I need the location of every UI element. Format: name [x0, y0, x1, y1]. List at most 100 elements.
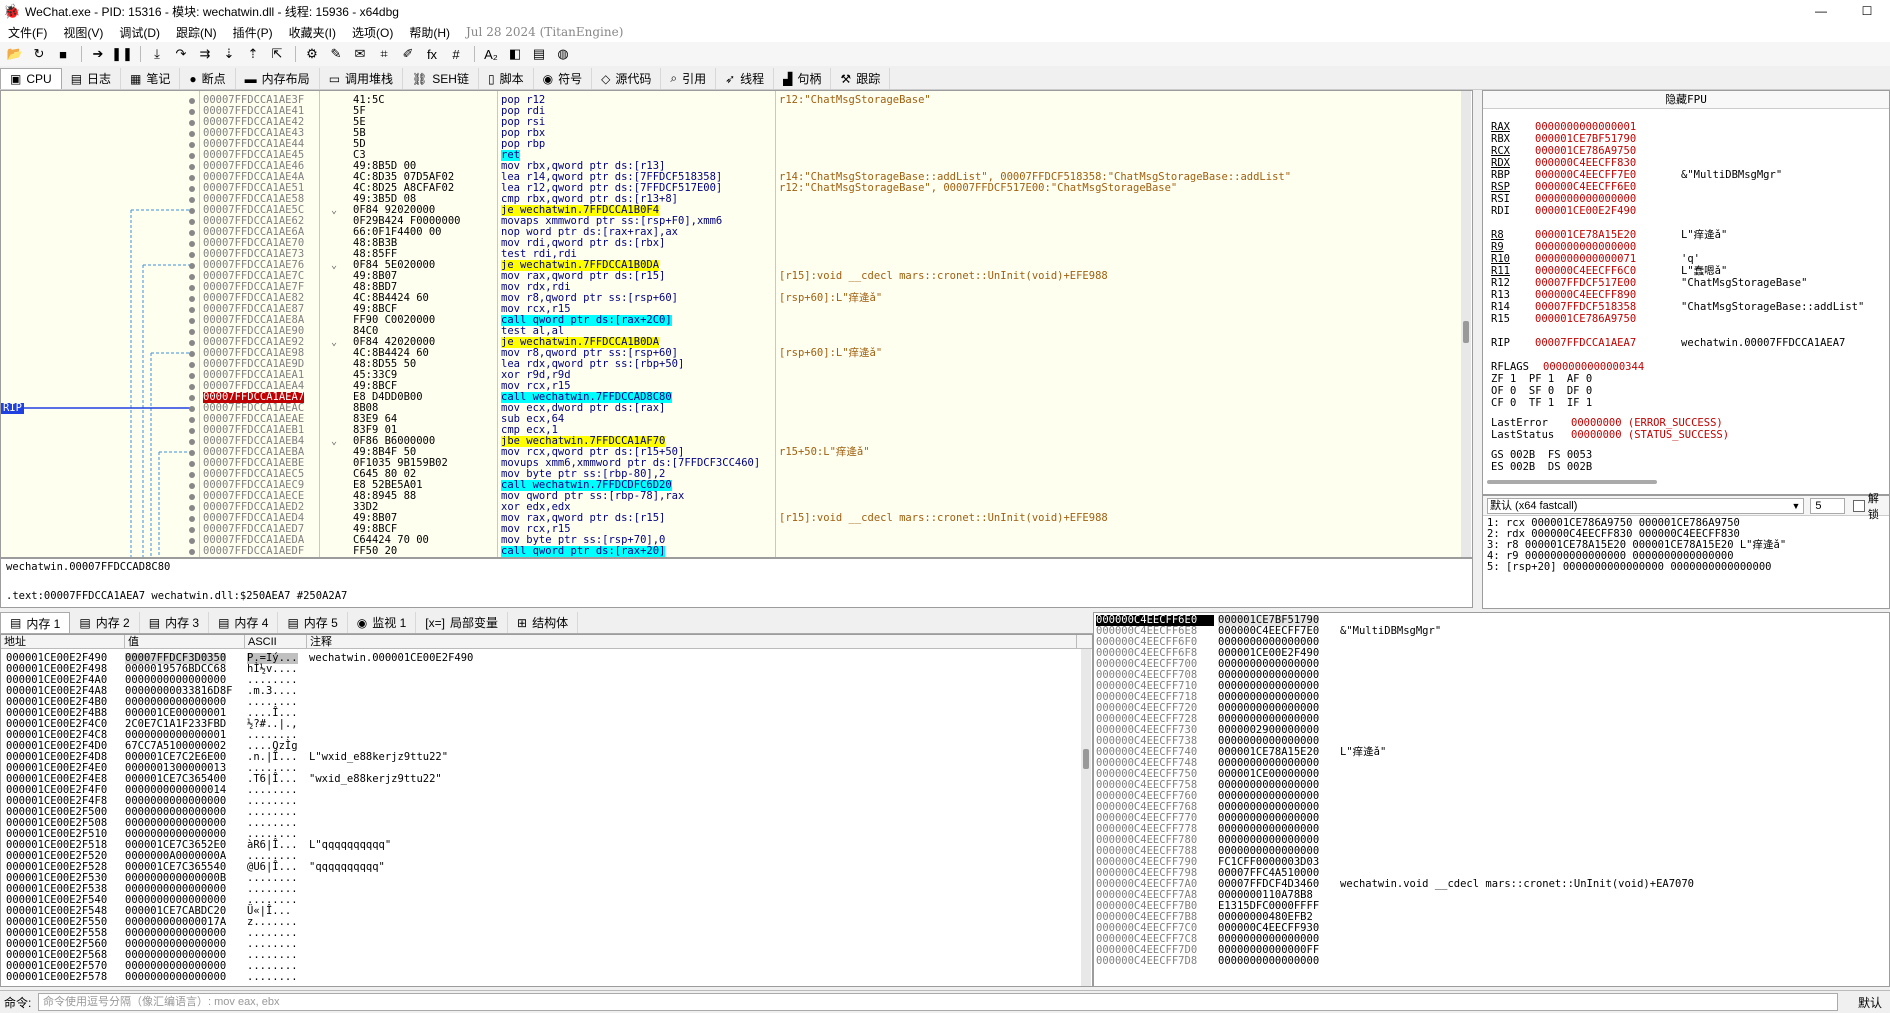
- dump-col-value[interactable]: 值: [125, 635, 245, 648]
- register-value[interactable]: 000000C4EECFF6C0: [1535, 265, 1681, 277]
- breakpoint-dot[interactable]: [189, 483, 195, 489]
- stack-row[interactable]: 000000C4EECFF788 0000000000000000: [1094, 846, 1884, 857]
- stack-row[interactable]: 000000C4EECFF790 FC1CFF0000003D03: [1094, 857, 1884, 868]
- menu-item[interactable]: 文件(F): [0, 24, 55, 41]
- tab-局部变量[interactable]: [x=] 局部变量: [416, 612, 508, 633]
- breakpoint-dot[interactable]: [189, 373, 195, 379]
- labels-icon[interactable]: ⌗: [373, 44, 395, 64]
- tab-source[interactable]: ◇ 源代码: [592, 68, 662, 89]
- register-value[interactable]: 0000000000000000: [1535, 193, 1681, 205]
- breakpoint-dot[interactable]: [189, 98, 195, 104]
- flags-row[interactable]: OF 0 SF 0 DF 0: [1491, 385, 1592, 397]
- tab-内存 4[interactable]: ▤ 内存 4: [209, 612, 279, 633]
- step-over-icon[interactable]: ↷: [170, 44, 192, 64]
- run-icon[interactable]: ➔: [87, 44, 109, 64]
- flags-row[interactable]: ZF 1 PF 1 AF 0: [1491, 373, 1592, 385]
- menu-item[interactable]: 收藏夹(I): [281, 24, 344, 41]
- breakpoint-dot[interactable]: [189, 428, 195, 434]
- tab-内存 2[interactable]: ▤ 内存 2: [70, 612, 140, 633]
- scroll-thumb[interactable]: [1083, 749, 1089, 769]
- breakpoint-dot[interactable]: [189, 384, 195, 390]
- comments-icon[interactable]: ✉: [349, 44, 371, 64]
- step-into-icon[interactable]: ⤓: [146, 44, 168, 64]
- stack-row[interactable]: 000000C4EECFF6E0 000001CE7BF51790: [1094, 615, 1884, 626]
- register-value[interactable]: 000001CE786A9750: [1535, 313, 1681, 325]
- breakpoint-dot[interactable]: [189, 186, 195, 192]
- tab-trace[interactable]: ⚒ 跟踪: [831, 68, 891, 89]
- segment-row[interactable]: ES 002B DS 002B: [1491, 461, 1592, 473]
- rflags-row[interactable]: RFLAGS 0000000000000344: [1491, 361, 1644, 373]
- register-value[interactable]: 000001CE00E2F490: [1535, 205, 1681, 217]
- register-row[interactable]: RBX 000001CE7BF51790: [1491, 133, 1681, 145]
- open-icon[interactable]: 📂: [4, 44, 26, 64]
- menu-item[interactable]: 调试(D): [111, 24, 168, 41]
- bookmarks-icon[interactable]: ✐: [397, 44, 419, 64]
- breakpoint-dot[interactable]: [189, 219, 195, 225]
- breakpoint-dot[interactable]: [189, 494, 195, 500]
- register-value[interactable]: 000001CE786A9750: [1535, 145, 1681, 157]
- register-value[interactable]: 000000C4EECFF830: [1535, 157, 1681, 169]
- tab-handles[interactable]: ▟ 句柄: [774, 68, 832, 89]
- help-icon[interactable]: ◍: [552, 44, 574, 64]
- tab-内存 1[interactable]: ▤ 内存 1: [0, 612, 71, 633]
- tab-内存 3[interactable]: ▤ 内存 3: [140, 612, 210, 633]
- breakpoint-dot[interactable]: [189, 549, 195, 555]
- register-value[interactable]: 00007FFDCF517E00: [1535, 277, 1681, 289]
- breakpoint-dot[interactable]: [189, 472, 195, 478]
- command-input[interactable]: 命令使用逗号分隔（像汇编语言）: mov eax, ebx: [38, 993, 1838, 1011]
- breakpoint-dot[interactable]: [189, 109, 195, 115]
- stack-row[interactable]: 000000C4EECFF710 0000000000000000: [1094, 681, 1884, 692]
- stack-row[interactable]: 000000C4EECFF6E8 000000C4EECFF7E0 &"MultiD…: [1094, 626, 1884, 637]
- register-hscroll[interactable]: [1483, 479, 1663, 485]
- stack-view[interactable]: 000000C4EECFF6E0 000001CE7BF51790 000000C4…: [1093, 612, 1890, 987]
- breakpoint-dot[interactable]: [189, 461, 195, 467]
- stack-row[interactable]: 000000C4EECFF780 0000000000000000: [1094, 835, 1884, 846]
- tab-notes[interactable]: ▦ 笔记: [121, 68, 181, 89]
- register-row[interactable]: RAX 0000000000000001: [1491, 121, 1681, 133]
- dump-col-ascii[interactable]: ASCII: [245, 635, 307, 648]
- register-row[interactable]: RIP 00007FFDCCA1AEA7 wechatwin.00007FFDCCA…: [1491, 337, 1845, 349]
- flags-row[interactable]: CF 0 TF 1 IF 1: [1491, 397, 1592, 409]
- pause-icon[interactable]: ❚❚: [111, 44, 133, 64]
- register-row[interactable]: RCX 000001CE786A9750: [1491, 145, 1681, 157]
- call-arg-row[interactable]: 5: [rsp+20] 0000000000000000 00000000000…: [1487, 562, 1771, 573]
- register-row[interactable]: RSP 000000C4EECFF6E0: [1491, 181, 1681, 193]
- breakpoint-dot[interactable]: [189, 505, 195, 511]
- register-row[interactable]: RSI 0000000000000000: [1491, 193, 1681, 205]
- breakpoint-dot[interactable]: [189, 175, 195, 181]
- stack-row[interactable]: 000000C4EECFF6F8 000001CE00E2F490: [1094, 648, 1884, 659]
- scroll-thumb[interactable]: [1487, 480, 1657, 484]
- breakpoint-dot[interactable]: [189, 439, 195, 445]
- register-row[interactable]: R8 000001CE78A15E20 L"痒逄ǎ": [1491, 229, 1727, 241]
- breakpoint-dot[interactable]: [189, 307, 195, 313]
- stack-row[interactable]: 000000C4EECFF778 0000000000000000: [1094, 824, 1884, 835]
- register-value[interactable]: 000000C4EECFF890: [1535, 289, 1681, 301]
- register-row[interactable]: RBP 000000C4EECFF7E0 &"MultiDBMsgMgr": [1491, 169, 1782, 181]
- breakpoint-dot[interactable]: [189, 263, 195, 269]
- memory-dump[interactable]: 地址 值 ASCII 注释 000001CE00E2F490 00007FFDCF…: [0, 634, 1093, 987]
- patch-icon[interactable]: ✎: [325, 44, 347, 64]
- trace-into-icon[interactable]: ⇉: [194, 44, 216, 64]
- tab-breakpoint[interactable]: ● 断点: [180, 68, 236, 89]
- menu-item[interactable]: 视图(V): [55, 24, 111, 41]
- hide-fpu-button[interactable]: 隐藏FPU: [1483, 91, 1889, 109]
- breakpoint-dot[interactable]: [189, 120, 195, 126]
- breakpoint-dot[interactable]: [189, 406, 195, 412]
- register-row[interactable]: RDX 000000C4EECFF830: [1491, 157, 1681, 169]
- stack-row[interactable]: 000000C4EECFF750 000001CE00000000: [1094, 769, 1884, 780]
- stack-row[interactable]: 000000C4EECFF720 0000000000000000: [1094, 703, 1884, 714]
- tab-内存 5[interactable]: ▤ 内存 5: [278, 612, 348, 633]
- breakpoint-dot[interactable]: [189, 142, 195, 148]
- register-value[interactable]: 0000000000000071: [1535, 253, 1681, 265]
- stack-row[interactable]: 000000C4EECFF7D8 0000000000000000: [1094, 956, 1884, 967]
- register-value[interactable]: 00007FFDCCA1AEA7: [1535, 337, 1681, 349]
- stack-row[interactable]: 000000C4EECFF738 0000000000000000: [1094, 736, 1884, 747]
- command-mode[interactable]: 默认: [1858, 994, 1882, 1011]
- calling-convention-select[interactable]: 默认 (x64 fastcall) ▼: [1487, 497, 1805, 514]
- stack-row[interactable]: 000000C4EECFF748 0000000000000000: [1094, 758, 1884, 769]
- breakpoint-dot[interactable]: [189, 230, 195, 236]
- stack-row[interactable]: 000000C4EECFF7C8 0000000000000000: [1094, 934, 1884, 945]
- stack-row[interactable]: 000000C4EECFF770 0000000000000000: [1094, 813, 1884, 824]
- tab-symbols[interactable]: ◉ 符号: [534, 68, 593, 89]
- dump-col-comment[interactable]: 注释: [307, 635, 1077, 648]
